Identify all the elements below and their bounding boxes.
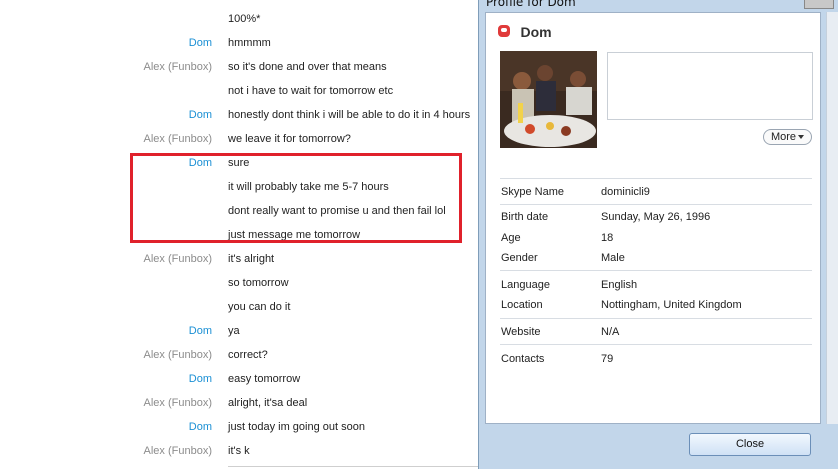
location-label: Location bbox=[501, 299, 543, 311]
message-text: hmmmm bbox=[228, 37, 271, 49]
chat-message-row: Dom just today im going out soon bbox=[0, 415, 478, 439]
message-text: ya bbox=[228, 325, 240, 337]
message-text: sure bbox=[228, 157, 250, 169]
language-label: Language bbox=[501, 279, 550, 291]
chat-message-row: dont really want to promise u and then f… bbox=[0, 199, 478, 223]
separator bbox=[500, 270, 812, 271]
message-sender[interactable]: Alex (Funbox) bbox=[144, 132, 212, 146]
chat-message-row: Dom honestly dont think i will be able to… bbox=[0, 103, 478, 127]
skype-name-value: dominicli9 bbox=[601, 186, 650, 198]
message-text: alright, it'sa deal bbox=[228, 397, 308, 409]
gender-label: Gender bbox=[501, 252, 538, 264]
chat-divider bbox=[228, 466, 478, 467]
close-button[interactable]: Close bbox=[689, 433, 811, 456]
chat-message-row: not i have to wait for tomorrow etc bbox=[0, 79, 478, 103]
message-text: we leave it for tomorrow? bbox=[228, 133, 351, 145]
message-text: you can do it bbox=[228, 301, 291, 313]
more-button[interactable]: More bbox=[763, 129, 812, 145]
message-text: so tomorrow bbox=[228, 277, 289, 289]
profile-panel: Dom More Skype Name dominicli9 Birth dat… bbox=[485, 12, 821, 424]
message-text: dont really want to promise u and then f… bbox=[228, 205, 446, 217]
chat-message-row: just message me tomorrow bbox=[0, 223, 478, 247]
language-value: English bbox=[601, 279, 638, 291]
chat-message-row: Dom sure bbox=[0, 151, 478, 175]
message-sender[interactable]: Alex (Funbox) bbox=[144, 60, 212, 74]
website-label: Website bbox=[501, 326, 541, 338]
message-sender[interactable]: Dom bbox=[189, 372, 212, 386]
chat-message-row: Alex (Funbox) correct? bbox=[0, 343, 478, 367]
chat-message-row: Dom easy tomorrow bbox=[0, 367, 478, 391]
more-label: More bbox=[770, 131, 797, 143]
window-title: Profile for Dom bbox=[486, 0, 576, 9]
chat-history[interactable]: 100%* Dom hmmmm Alex (Funbox) so it's done a… bbox=[0, 0, 478, 469]
message-sender[interactable]: Alex (Funbox) bbox=[144, 252, 212, 266]
profile-window: Profile for Dom Dom More Skype Name domi… bbox=[478, 0, 838, 469]
separator bbox=[500, 204, 812, 205]
birth-date-value: Sunday, May 26, 1996 bbox=[601, 211, 711, 223]
avatar bbox=[500, 51, 597, 148]
chat-message-row: so tomorrow bbox=[0, 271, 478, 295]
birth-date-label: Birth date bbox=[501, 211, 549, 223]
chat-message-row: you can do it bbox=[0, 295, 478, 319]
message-sender[interactable]: Alex (Funbox) bbox=[144, 348, 212, 362]
contacts-label: Contacts bbox=[501, 353, 545, 365]
profile-name: Dom bbox=[520, 23, 552, 40]
chat-message-row: 100%* bbox=[0, 7, 478, 31]
chevron-down-icon bbox=[798, 135, 805, 140]
chat-message-row: Dom ya bbox=[0, 319, 478, 343]
message-sender[interactable]: Dom bbox=[189, 36, 212, 50]
skype-status-icon bbox=[498, 24, 510, 37]
chat-message-row: Alex (Funbox) alright, it'sa deal bbox=[0, 391, 478, 415]
message-text: honestly dont think i will be able to do… bbox=[228, 109, 471, 121]
gender-value: Male bbox=[601, 252, 625, 264]
chat-message-row: Alex (Funbox) we leave it for tomorrow? bbox=[0, 127, 478, 151]
chat-message-row: Alex (Funbox) it's alright bbox=[0, 247, 478, 271]
chat-message-row: it will probably take me 5-7 hours bbox=[0, 175, 478, 199]
skype-name-label: Skype Name bbox=[501, 186, 564, 198]
age-value: 18 bbox=[601, 232, 614, 244]
message-text: just message me tomorrow bbox=[228, 229, 361, 241]
message-text: it will probably take me 5-7 hours bbox=[228, 181, 389, 193]
chat-message-row: Alex (Funbox) it's k bbox=[0, 439, 478, 463]
message-sender[interactable]: Dom bbox=[189, 420, 212, 434]
message-sender[interactable]: Alex (Funbox) bbox=[144, 444, 212, 458]
message-sender[interactable]: Dom bbox=[189, 156, 212, 170]
separator bbox=[500, 344, 812, 345]
message-text: just today im going out soon bbox=[228, 421, 365, 433]
message-text: it's k bbox=[228, 445, 250, 457]
message-sender[interactable]: Dom bbox=[189, 324, 212, 338]
message-text: correct? bbox=[228, 349, 268, 361]
website-value: N/A bbox=[601, 326, 620, 338]
chat-message-row: Alex (Funbox) so it's done and over that … bbox=[0, 55, 478, 79]
message-text: easy tomorrow bbox=[228, 373, 301, 385]
separator bbox=[500, 178, 812, 179]
age-label: Age bbox=[501, 232, 521, 244]
message-sender[interactable]: Dom bbox=[189, 108, 212, 122]
message-text: so it's done and over that means bbox=[228, 61, 387, 73]
mood-message-box bbox=[607, 52, 813, 120]
contacts-value: 79 bbox=[601, 353, 614, 365]
scrollbar[interactable] bbox=[826, 12, 838, 424]
message-text: it's alright bbox=[228, 253, 275, 265]
location-value: Nottingham, United Kingdom bbox=[601, 299, 742, 311]
avatar-photo bbox=[500, 51, 597, 148]
message-sender[interactable]: Alex (Funbox) bbox=[144, 396, 212, 410]
separator bbox=[500, 318, 812, 319]
window-close-button[interactable] bbox=[804, 0, 834, 9]
message-text: 100%* bbox=[228, 13, 261, 25]
message-text: not i have to wait for tomorrow etc bbox=[228, 85, 394, 97]
chat-message-row: Dom hmmmm bbox=[0, 31, 478, 55]
profile-header: Dom bbox=[498, 23, 552, 43]
